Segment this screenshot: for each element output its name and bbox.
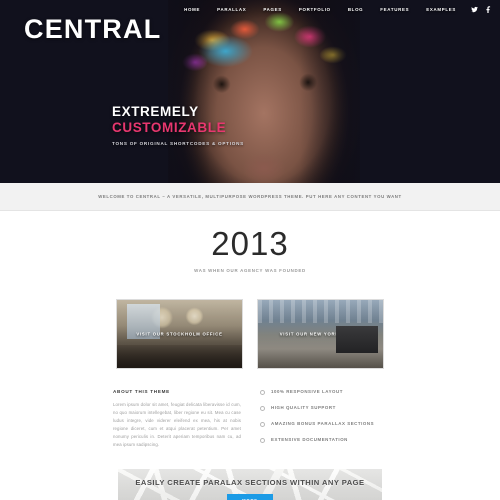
features-list: 100% RESPONSIVE LAYOUT HIGH QUALITY SUPP… bbox=[259, 389, 387, 443]
nav-item-portfolio[interactable]: PORTFOLIO bbox=[299, 7, 331, 12]
office-boxes: VISIT OUR STOCKHOLM OFFICE VISIT OUR NEW… bbox=[0, 299, 500, 369]
office-box-stockholm[interactable]: VISIT OUR STOCKHOLM OFFICE bbox=[116, 299, 243, 369]
welcome-text: WELCOME TO CENTRAL – A VERSATILE, MULTIP… bbox=[98, 194, 402, 199]
hero-title-line2: CUSTOMIZABLE bbox=[112, 119, 227, 135]
parallax-section: EASILY CREATE PARALAX SECTIONS WITHIN AN… bbox=[118, 469, 382, 500]
nav-item-pages[interactable]: PAGES bbox=[263, 7, 282, 12]
welcome-bar: WELCOME TO CENTRAL – A VERSATILE, MULTIP… bbox=[0, 183, 500, 211]
about-column: ABOUT THIS THEME Lorem ipsum dolor sit a… bbox=[113, 389, 241, 453]
hero-section: CENTRAL HOME PARALLAX PAGES PORTFOLIO BL… bbox=[0, 0, 500, 183]
about-body: Lorem ipsum dolor sit amet, feugiat deli… bbox=[113, 402, 241, 447]
office-box-newyork[interactable]: VISIT OUR NEW YORK OFFICE bbox=[257, 299, 384, 369]
twitter-icon[interactable] bbox=[471, 6, 478, 13]
nav-item-parallax[interactable]: PARALLAX bbox=[217, 7, 246, 12]
content-columns: ABOUT THIS THEME Lorem ipsum dolor sit a… bbox=[0, 389, 500, 453]
office-box-caption: VISIT OUR NEW YORK OFFICE bbox=[279, 331, 362, 337]
facebook-icon[interactable] bbox=[485, 6, 492, 13]
parallax-title: EASILY CREATE PARALAX SECTIONS WITHIN AN… bbox=[135, 478, 365, 487]
list-item: HIGH QUALITY SUPPORT bbox=[259, 405, 387, 411]
hero-title-line1: EXTREMELY bbox=[112, 104, 199, 119]
list-item: 100% RESPONSIVE LAYOUT bbox=[259, 389, 387, 395]
nav-item-examples[interactable]: EXAMPLES bbox=[426, 7, 456, 12]
office-box-caption: VISIT OUR STOCKHOLM OFFICE bbox=[136, 331, 223, 337]
year-heading: 2013 bbox=[211, 225, 289, 262]
hero-copy: EXTREMELY CUSTOMIZABLE TONS OF ORIGINAL … bbox=[112, 104, 302, 146]
nav-item-home[interactable]: HOME bbox=[184, 7, 200, 12]
parallax-more-button[interactable]: MORE bbox=[227, 494, 273, 500]
page-root: CENTRAL HOME PARALLAX PAGES PORTFOLIO BL… bbox=[0, 0, 500, 500]
nav-item-blog[interactable]: BLOG bbox=[348, 7, 363, 12]
main-content: 2013 WAS WHEN OUR AGENCY WAS FOUNDED VIS… bbox=[0, 211, 500, 500]
social-links bbox=[471, 6, 492, 13]
about-title: ABOUT THIS THEME bbox=[113, 389, 170, 394]
list-item: AMAZING BONUS PARALLAX SECTIONS bbox=[259, 421, 387, 427]
nav-item-features[interactable]: FEATURES bbox=[380, 7, 409, 12]
main-navigation: HOME PARALLAX PAGES PORTFOLIO BLOG FEATU… bbox=[184, 7, 456, 12]
list-item: EXTENSIVE DOCUMENTATION bbox=[259, 437, 387, 443]
hero-subtitle: TONS OF ORIGINAL SHORTCODES & OPTIONS bbox=[112, 140, 244, 146]
site-logo[interactable]: CENTRAL bbox=[24, 14, 161, 45]
year-subheading: WAS WHEN OUR AGENCY WAS FOUNDED bbox=[194, 268, 306, 273]
features-column: 100% RESPONSIVE LAYOUT HIGH QUALITY SUPP… bbox=[259, 389, 387, 453]
